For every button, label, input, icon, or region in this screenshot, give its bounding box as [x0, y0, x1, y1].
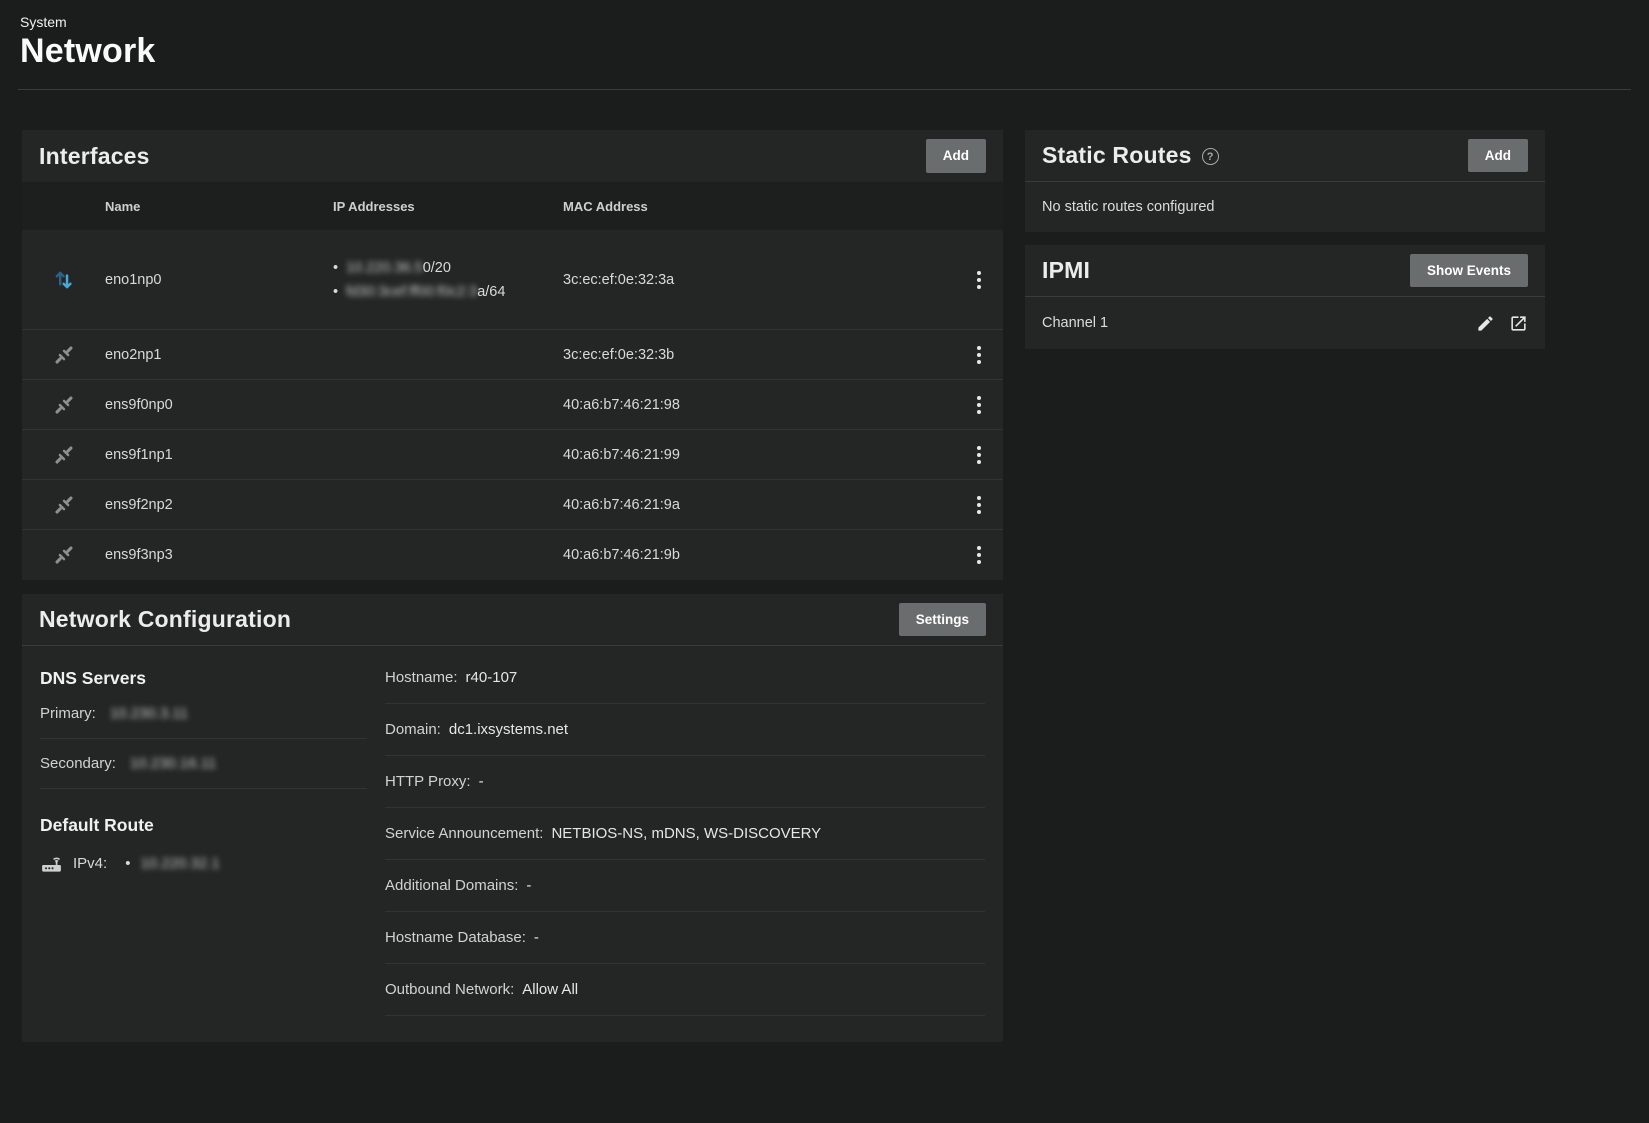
- interfaces-card: Interfaces Add Name IP Addresses MAC Add…: [22, 130, 1003, 580]
- redacted-dns-secondary: 10.230.16.11: [130, 755, 216, 772]
- config-row-outbound-network: Outbound Network: Allow All: [385, 964, 985, 1016]
- interface-link-off-icon: [22, 342, 105, 368]
- interface-mac: 40:a6:b7:46:21:9b: [563, 547, 955, 563]
- static-routes-card: Static Routes ? Add No static routes con…: [1025, 130, 1545, 232]
- row-menu-kebab-icon[interactable]: [955, 390, 1003, 420]
- static-routes-add-button[interactable]: Add: [1468, 139, 1528, 173]
- dns-primary-row: Primary: 10.230.3.11: [40, 689, 367, 739]
- row-menu-kebab-icon[interactable]: [955, 490, 1003, 520]
- dns-primary-label: Primary:: [40, 705, 96, 722]
- interface-link-off-icon: [22, 442, 105, 468]
- row-menu-kebab-icon[interactable]: [955, 440, 1003, 470]
- static-routes-title: Static Routes: [1042, 142, 1192, 169]
- column-header-ip: IP Addresses: [333, 199, 563, 214]
- dns-servers-heading: DNS Servers: [40, 668, 367, 689]
- page-title: Network: [20, 32, 1629, 71]
- edit-pencil-icon[interactable]: [1476, 314, 1495, 333]
- interfaces-title: Interfaces: [39, 143, 150, 170]
- row-menu-kebab-icon[interactable]: [955, 540, 1003, 570]
- interface-row-ens9f2np2[interactable]: ens9f2np2 40:a6:b7:46:21:9a: [22, 480, 1003, 530]
- config-row-http-proxy: HTTP Proxy: -: [385, 756, 985, 808]
- config-row-hostname-database: Hostname Database: -: [385, 912, 985, 964]
- interface-row-eno2np1[interactable]: eno2np1 3c:ec:ef:0e:32:3b: [22, 330, 1003, 380]
- ipmi-show-events-button[interactable]: Show Events: [1410, 254, 1528, 288]
- dns-secondary-label: Secondary:: [40, 755, 116, 772]
- redacted-ip: 10.220.36.5: [346, 260, 423, 276]
- interface-row-eno1np0[interactable]: eno1np0 • 10.220.36.50/20 • fd30:3cef:ff…: [22, 230, 1003, 330]
- dns-servers-block: DNS Servers Primary: 10.230.3.11 Seconda…: [40, 650, 385, 1016]
- interface-link-off-icon: [22, 542, 105, 568]
- ip-address-list: • 10.220.36.50/20 • fd30:3cef:ff00:f0c2:…: [333, 248, 563, 312]
- interface-mac: 40:a6:b7:46:21:9a: [563, 497, 955, 513]
- interface-mac: 3c:ec:ef:0e:32:3b: [563, 347, 955, 363]
- open-in-new-icon[interactable]: [1509, 314, 1528, 333]
- interface-mac: 40:a6:b7:46:21:98: [563, 397, 955, 413]
- interface-name: ens9f0np0: [105, 397, 333, 413]
- network-config-card: Network Configuration Settings DNS Serve…: [22, 594, 1003, 1042]
- default-route-ipv4-row: IPv4: • 10.220.32.1: [40, 836, 367, 891]
- ipv4-label: IPv4:: [73, 855, 107, 872]
- default-route-heading: Default Route: [40, 815, 367, 836]
- column-header-name: Name: [105, 199, 333, 214]
- interface-name: eno1np0: [105, 272, 333, 288]
- ipmi-channel-row: Channel 1: [1025, 297, 1545, 349]
- header-divider: [18, 89, 1631, 90]
- interface-row-ens9f1np1[interactable]: ens9f1np1 40:a6:b7:46:21:99: [22, 430, 1003, 480]
- config-row-hostname: Hostname: r40-107: [385, 652, 985, 704]
- redacted-dns-primary: 10.230.3.11: [110, 705, 188, 722]
- interface-name: eno2np1: [105, 347, 333, 363]
- router-icon: [40, 852, 63, 875]
- interfaces-table-header: Name IP Addresses MAC Address: [22, 182, 1003, 230]
- left-column: Interfaces Add Name IP Addresses MAC Add…: [22, 130, 1003, 1042]
- config-row-domain: Domain: dc1.ixsystems.net: [385, 704, 985, 756]
- row-menu-kebab-icon[interactable]: [955, 265, 1003, 295]
- right-column: Static Routes ? Add No static routes con…: [1025, 130, 1545, 349]
- network-config-list: Hostname: r40-107 Domain: dc1.ixsystems.…: [385, 650, 985, 1016]
- interface-name: ens9f2np2: [105, 497, 333, 513]
- interface-row-ens9f3np3[interactable]: ens9f3np3 40:a6:b7:46:21:9b: [22, 530, 1003, 580]
- redacted-default-route: 10.220.32.1: [140, 855, 219, 872]
- ipmi-title: IPMI: [1042, 257, 1090, 284]
- interface-up-down-arrows-icon: [22, 267, 105, 293]
- interface-link-off-icon: [22, 492, 105, 518]
- config-row-service-announcement: Service Announcement: NETBIOS-NS, mDNS, …: [385, 808, 985, 860]
- interface-name: ens9f3np3: [105, 547, 333, 563]
- static-routes-empty-text: No static routes configured: [1042, 199, 1214, 215]
- page-header: System Network: [0, 0, 1649, 71]
- ip-address-item: • 10.220.36.50/20: [333, 256, 538, 280]
- column-header-mac: MAC Address: [563, 199, 955, 214]
- dns-secondary-row: Secondary: 10.230.16.11: [40, 739, 367, 789]
- network-config-settings-button[interactable]: Settings: [899, 603, 986, 637]
- interface-row-ens9f0np0[interactable]: ens9f0np0 40:a6:b7:46:21:98: [22, 380, 1003, 430]
- ipmi-card: IPMI Show Events Channel 1: [1025, 245, 1545, 349]
- redacted-ip: fd30:3cef:ff00:f0c2:3: [346, 284, 477, 300]
- ipmi-channel-label: Channel 1: [1042, 315, 1108, 331]
- breadcrumb-system[interactable]: System: [20, 14, 1629, 30]
- row-menu-kebab-icon[interactable]: [955, 340, 1003, 370]
- interface-name: ens9f1np1: [105, 447, 333, 463]
- interface-link-off-icon: [22, 392, 105, 418]
- static-routes-empty-row: No static routes configured: [1025, 182, 1545, 232]
- ip-address-item: • fd30:3cef:ff00:f0c2:3a/64: [333, 280, 538, 304]
- interface-mac: 40:a6:b7:46:21:99: [563, 447, 955, 463]
- network-config-title: Network Configuration: [39, 606, 291, 633]
- interfaces-add-button[interactable]: Add: [926, 139, 986, 173]
- config-row-additional-domains: Additional Domains: -: [385, 860, 985, 912]
- interface-mac: 3c:ec:ef:0e:32:3a: [563, 272, 955, 288]
- help-icon[interactable]: ?: [1202, 148, 1219, 165]
